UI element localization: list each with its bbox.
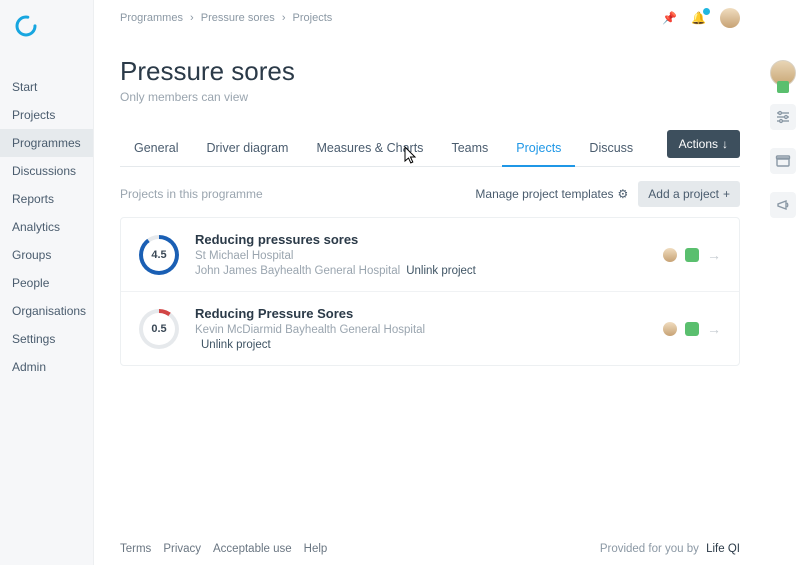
announce-icon[interactable] (770, 192, 796, 218)
project-list: 4.5 Reducing pressures sores St Michael Ho… (120, 217, 740, 366)
tab-discuss[interactable]: Discuss (575, 131, 647, 166)
sidebar-item-organisations[interactable]: Organisations (0, 297, 93, 325)
crumb-2[interactable]: Projects (293, 12, 333, 24)
notifications-icon[interactable]: 🔔 (691, 11, 706, 25)
footer-tagline: Provided for you by Life QI (600, 543, 740, 555)
crumb-1[interactable]: Pressure sores (201, 12, 275, 24)
crumb-0[interactable]: Programmes (120, 12, 183, 24)
footer-link-privacy[interactable]: Privacy (163, 543, 201, 555)
manage-templates-link[interactable]: Manage project templates ⚙ (475, 187, 628, 201)
project-line-2: John James Bayhealth General Hospital (195, 265, 400, 277)
project-card[interactable]: 4.5 Reducing pressures sores St Michael Ho… (121, 218, 739, 292)
page-title: Pressure sores (120, 56, 740, 87)
chevron-right-icon[interactable]: → (707, 321, 721, 337)
score-ring: 0.5 (139, 309, 179, 349)
footer: Terms Privacy Acceptable use Help Provided … (94, 533, 766, 565)
tab-driver-diagram[interactable]: Driver diagram (192, 131, 302, 166)
sidebar-item-projects[interactable]: Projects (0, 101, 93, 129)
section-label: Projects in this programme (120, 187, 263, 201)
chevron-right-icon[interactable]: → (707, 247, 721, 263)
footer-link-acceptable-use[interactable]: Acceptable use (213, 543, 292, 555)
project-line-1: Kevin McDiarmid Bayhealth General Hospit… (195, 324, 647, 336)
tabs-row: GeneralDriver diagramMeasures & ChartsTe… (120, 130, 740, 167)
member-avatar-icon (663, 322, 677, 336)
settings-sliders-icon[interactable] (770, 104, 796, 130)
unlink-project-link[interactable]: Unlink project (406, 265, 476, 277)
tab-teams[interactable]: Teams (437, 131, 502, 166)
page-subtitle: Only members can view (120, 90, 740, 104)
chevron-down-icon: ↓ (722, 137, 728, 151)
score-ring: 4.5 (139, 235, 179, 275)
pin-icon[interactable]: 📌 (662, 11, 677, 25)
org-badge-icon (685, 248, 699, 262)
main-content: Pressure sores Only members can view Gen… (94, 30, 766, 533)
sidebar-item-groups[interactable]: Groups (0, 241, 93, 269)
project-card[interactable]: 0.5 Reducing Pressure Sores Kevin McDiarmi… (121, 292, 739, 365)
sidebar-item-programmes[interactable]: Programmes (0, 129, 93, 157)
user-avatar[interactable] (720, 8, 740, 28)
nav-list: StartProjectsProgrammesDiscussionsReport… (0, 73, 93, 381)
gear-icon: ⚙ (618, 187, 629, 201)
project-title: Reducing pressures sores (195, 232, 647, 247)
footer-links: Terms Privacy Acceptable use Help (120, 543, 339, 555)
archive-icon[interactable] (770, 148, 796, 174)
sidebar-item-admin[interactable]: Admin (0, 353, 93, 381)
member-avatar-icon (663, 248, 677, 262)
add-project-button[interactable]: Add a project + (638, 181, 740, 207)
score-value: 0.5 (151, 323, 166, 335)
tabs-list: GeneralDriver diagramMeasures & ChartsTe… (120, 131, 647, 166)
actions-button[interactable]: Actions ↓ (667, 130, 740, 158)
corner-avatar[interactable] (770, 60, 796, 86)
tab-general[interactable]: General (120, 131, 192, 166)
project-title: Reducing Pressure Sores (195, 306, 647, 321)
right-icon-bar (766, 60, 800, 218)
tab-projects[interactable]: Projects (502, 131, 575, 167)
sidebar-item-people[interactable]: People (0, 269, 93, 297)
footer-link-help[interactable]: Help (304, 543, 328, 555)
top-bar: Programmes › Pressure sores › Projects 📌… (94, 0, 766, 30)
project-line-1: St Michael Hospital (195, 250, 647, 262)
sidebar-item-start[interactable]: Start (0, 73, 93, 101)
sidebar-item-discussions[interactable]: Discussions (0, 157, 93, 185)
unlink-project-link[interactable]: Unlink project (201, 339, 271, 351)
plus-icon: + (723, 187, 730, 201)
left-sidebar: StartProjectsProgrammesDiscussionsReport… (0, 0, 94, 565)
tab-measures-charts[interactable]: Measures & Charts (302, 131, 437, 166)
footer-brand[interactable]: Life QI (706, 543, 740, 555)
projects-subheader: Projects in this programme Manage projec… (120, 181, 740, 207)
app-logo-icon (14, 14, 38, 38)
score-value: 4.5 (151, 249, 166, 261)
breadcrumb[interactable]: Programmes › Pressure sores › Projects (120, 12, 332, 24)
footer-link-terms[interactable]: Terms (120, 543, 151, 555)
org-badge-icon (685, 322, 699, 336)
sidebar-item-analytics[interactable]: Analytics (0, 213, 93, 241)
sidebar-item-settings[interactable]: Settings (0, 325, 93, 353)
sidebar-item-reports[interactable]: Reports (0, 185, 93, 213)
